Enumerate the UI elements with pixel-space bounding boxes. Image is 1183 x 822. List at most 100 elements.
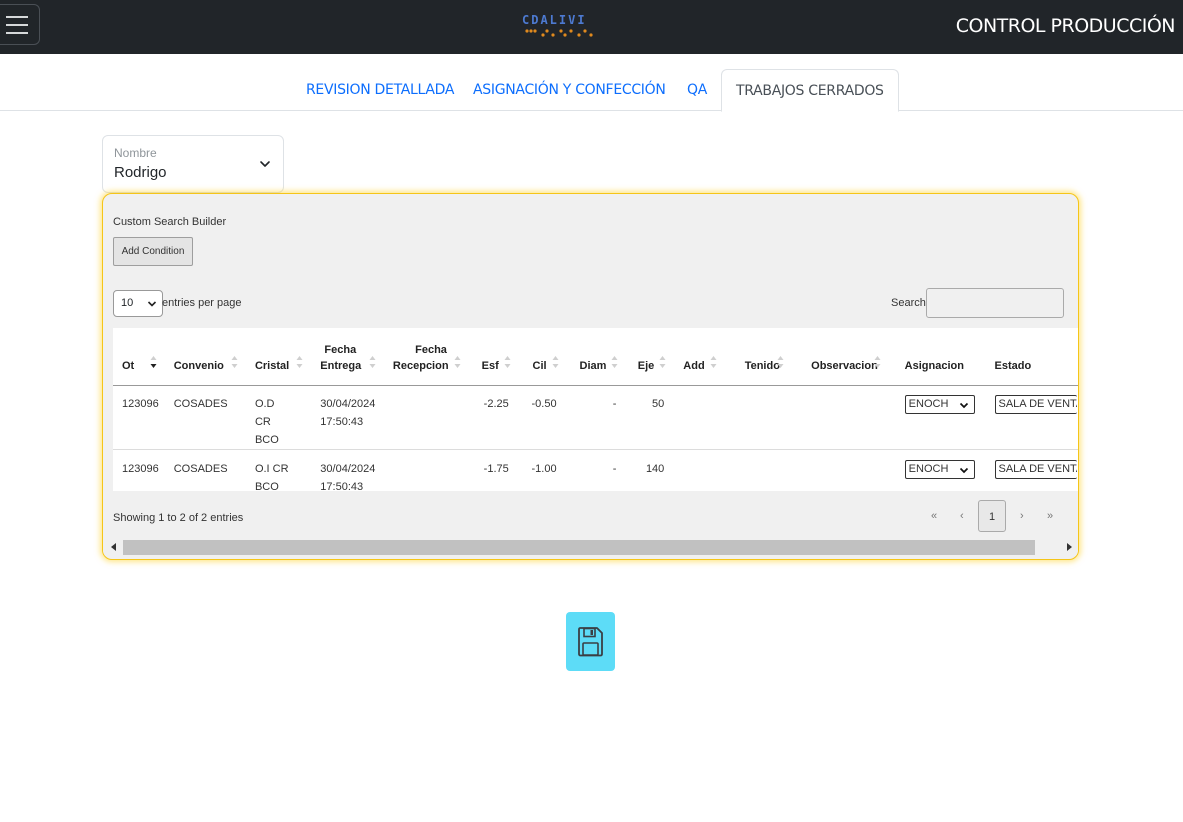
- logo-dots-icon: [525, 29, 593, 37]
- column-header-fecha-recepcion[interactable]: Fecha Recepcion: [383, 328, 469, 386]
- estado-value: SALA DE VENTAS: [998, 397, 1077, 410]
- fecha-entrega-date: 30/04/2024: [320, 397, 376, 410]
- estado-select[interactable]: SALA DE VENTAS: [994, 459, 1077, 479]
- cell-cil: -0.50: [531, 397, 557, 410]
- column-header-cil[interactable]: Cil: [518, 328, 567, 386]
- sort-icon: [777, 355, 784, 368]
- sort-icon: [504, 355, 511, 368]
- column-header-esf[interactable]: Esf: [468, 328, 519, 386]
- app-title: CONTROL PRODUCCIÓN: [955, 15, 1176, 37]
- table-info: Showing 1 to 2 of 2 entries: [113, 512, 244, 524]
- sort-icon: [296, 355, 303, 368]
- column-header-ot[interactable]: Ot: [113, 328, 165, 386]
- scrollbar-thumb[interactable]: [123, 540, 1035, 555]
- menu-icon: [6, 16, 28, 18]
- logo: CDALIVI: [522, 14, 596, 42]
- search-builder-title: Custom Search Builder: [113, 216, 227, 228]
- column-header-estado[interactable]: Estado: [978, 328, 1078, 386]
- column-header-cristal[interactable]: Cristal: [245, 328, 312, 386]
- estado-select[interactable]: SALA DE VENTAS: [994, 394, 1077, 414]
- column-header-eje[interactable]: Eje: [626, 328, 675, 386]
- sort-icon: [659, 355, 666, 368]
- column-label: Eje: [637, 359, 655, 372]
- add-condition-button[interactable]: Add Condition: [113, 237, 193, 266]
- column-label: Add: [683, 359, 705, 372]
- menu-icon-bar: [6, 32, 28, 34]
- column-label: Cristal: [254, 359, 290, 372]
- sort-icon: [710, 355, 717, 368]
- cell-observacion: [792, 385, 889, 449]
- scroll-left-arrow-icon[interactable]: [111, 543, 116, 551]
- fecha-entrega-date: 30/04/2024: [320, 462, 376, 475]
- column-label: Asignacion: [904, 359, 964, 372]
- sort-icon: [454, 355, 461, 368]
- column-header-convenio[interactable]: Convenio: [164, 328, 246, 386]
- column-label: Fecha Recepcion: [392, 343, 449, 372]
- tab-revision-detallada[interactable]: REVISION DETALLADA: [306, 69, 454, 111]
- table-scroll-area[interactable]: Ot Convenio Cristal Fecha Entrega Fecha …: [113, 328, 1078, 492]
- asignacion-select[interactable]: ENOCH: [904, 394, 975, 414]
- column-label: Cil: [532, 359, 547, 372]
- cell-diam: -: [566, 448, 627, 491]
- column-header-asignacion[interactable]: Asignacion: [888, 328, 979, 386]
- save-button[interactable]: [566, 612, 615, 671]
- column-label: Observacion: [811, 359, 878, 372]
- sort-icon: [231, 355, 238, 368]
- cell-add: [674, 385, 724, 449]
- column-header-observacion[interactable]: Observacion: [792, 328, 889, 386]
- tab-asignacion-confeccion[interactable]: ASIGNACIÓN Y CONFECCIÓN: [473, 69, 666, 111]
- table-row: 123096 COSADES O.D CR BCO 30/04/2024 17:5…: [113, 385, 1078, 449]
- cell-ot: 123096: [113, 448, 165, 491]
- pagination-previous[interactable]: ‹: [960, 500, 964, 532]
- table-row: 123096 COSADES O.I CR BCO 30/04/2024 17:5…: [113, 448, 1078, 492]
- pagination-first[interactable]: «: [931, 500, 937, 532]
- column-label: Esf: [481, 359, 499, 372]
- column-header-tenido[interactable]: Tenido: [724, 328, 793, 386]
- cell-esf: -2.25: [483, 397, 509, 410]
- horizontal-scrollbar[interactable]: [103, 539, 1078, 556]
- tab-trabajos-cerrados[interactable]: TRABAJOS CERRADOS: [721, 69, 899, 112]
- column-label: Diam: [579, 359, 607, 372]
- top-navbar: CDALIVI CONTROL PRODUCCIÓN: [0, 0, 1183, 54]
- cell-fecha-recepcion: [384, 385, 469, 449]
- table-header-row: Ot Convenio Cristal Fecha Entrega Fecha …: [113, 328, 1078, 386]
- nombre-value: Rodrigo: [114, 164, 167, 181]
- page-length-select[interactable]: 10: [113, 290, 163, 317]
- asignacion-value: ENOCH: [908, 397, 949, 410]
- cell-add: [674, 448, 725, 491]
- cell-tenido: [725, 385, 792, 449]
- asignacion-select[interactable]: ENOCH: [904, 459, 975, 479]
- scroll-right-arrow-icon[interactable]: [1067, 543, 1072, 551]
- cell-fecha-entrega: 30/04/2024 17:50:43: [311, 385, 384, 449]
- cell-convenio: COSADES: [173, 397, 228, 410]
- sort-icon: [611, 355, 618, 368]
- tab-qa[interactable]: QA: [687, 69, 707, 111]
- asignacion-value: ENOCH: [908, 462, 949, 475]
- tab-bar: REVISION DETALLADA ASIGNACIÓN Y CONFECCI…: [0, 69, 1183, 112]
- nombre-select[interactable]: Nombre Rodrigo: [102, 135, 284, 193]
- cell-cristal: O.I CR BCO: [245, 448, 312, 491]
- column-label: Convenio: [173, 359, 224, 372]
- pagination-page-1[interactable]: 1: [978, 500, 1006, 532]
- fecha-entrega-time: 17:50:43: [320, 480, 364, 492]
- column-label: Estado: [994, 359, 1032, 372]
- cell-fecha-recepcion: [383, 448, 469, 491]
- pagination-next[interactable]: ›: [1020, 500, 1024, 532]
- column-header-add[interactable]: Add: [674, 328, 725, 386]
- column-header-diam[interactable]: Diam: [566, 328, 627, 386]
- cell-convenio: COSADES: [164, 448, 246, 491]
- cell-asignacion: ENOCH: [889, 385, 979, 449]
- cell-cil: -1.00: [518, 448, 567, 491]
- column-label: Fecha Entrega: [320, 343, 362, 372]
- jobs-table: Ot Convenio Cristal Fecha Entrega Fecha …: [113, 328, 1078, 492]
- pagination-last[interactable]: »: [1047, 500, 1053, 532]
- sort-icon: [552, 355, 559, 368]
- cell-eje: 140: [626, 448, 675, 491]
- chevron-down-icon: [959, 467, 968, 473]
- cell-asignacion: ENOCH: [888, 448, 979, 491]
- search-input[interactable]: [926, 288, 1064, 318]
- column-header-fecha-entrega[interactable]: Fecha Entrega: [311, 328, 384, 386]
- floppy-disk-icon: [578, 627, 603, 657]
- sort-icon: [150, 355, 157, 368]
- hamburger-menu-button[interactable]: [0, 4, 40, 45]
